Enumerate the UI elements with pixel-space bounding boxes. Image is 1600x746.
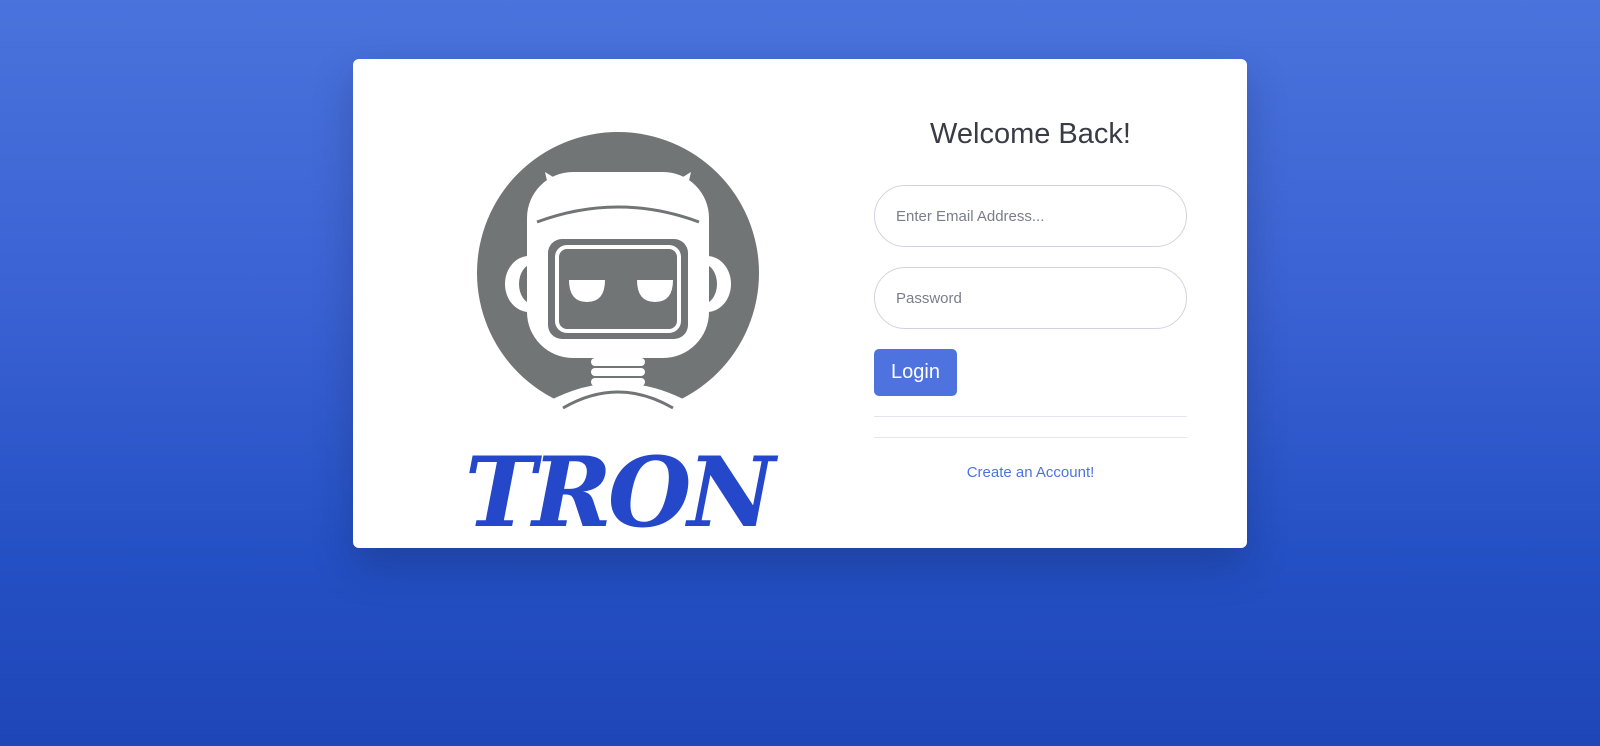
page-title: Welcome Back! <box>930 118 1131 150</box>
brand-wordmark: TRON <box>464 436 776 548</box>
login-button[interactable]: Login <box>874 349 957 396</box>
password-field[interactable] <box>874 267 1187 329</box>
robot-mascot-icon <box>477 132 759 414</box>
create-account-link[interactable]: Create an Account! <box>874 464 1187 481</box>
divider <box>874 416 1187 417</box>
email-field[interactable] <box>874 185 1187 247</box>
brand-panel: TRON <box>353 59 882 548</box>
divider <box>874 437 1187 438</box>
login-card: TRON Welcome Back! Login Create an Accou… <box>353 59 1247 548</box>
login-page: { "brand": { "name": "TRON", "logo_icon"… <box>0 0 1600 746</box>
